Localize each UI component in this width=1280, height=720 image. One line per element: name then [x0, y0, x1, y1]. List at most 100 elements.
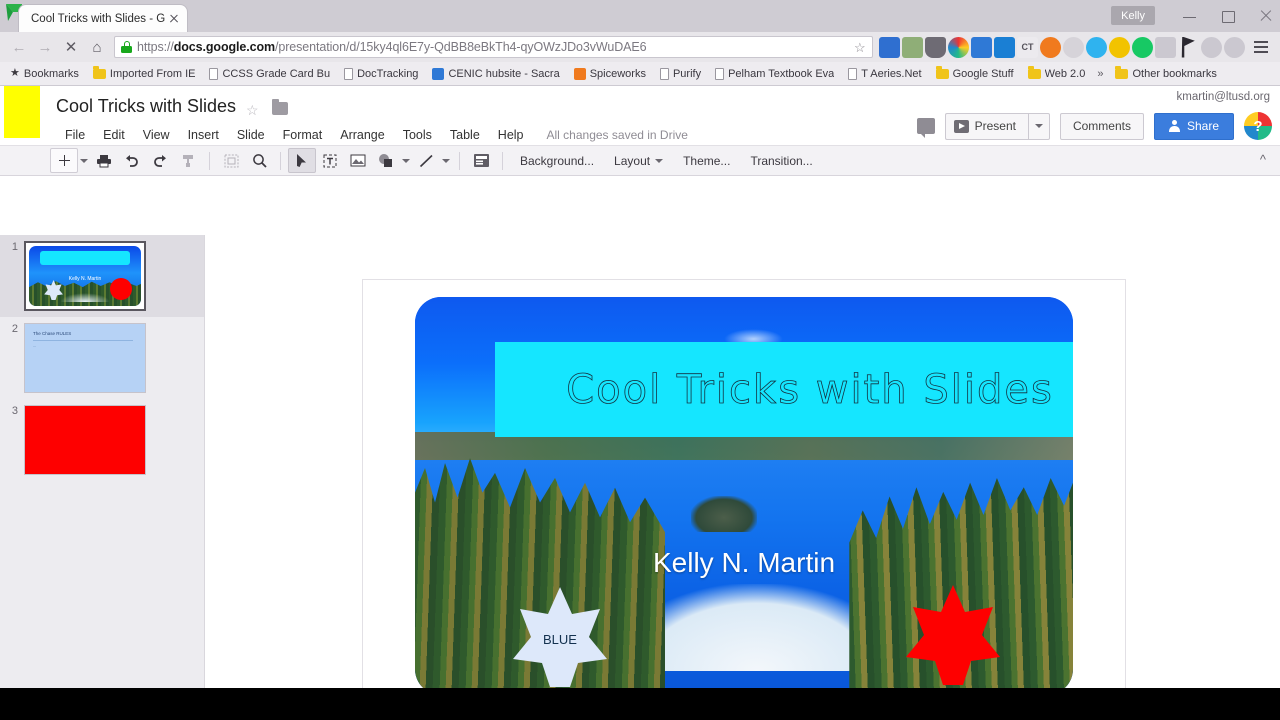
folder-icon[interactable]	[272, 99, 288, 115]
new-slide-button[interactable]	[50, 148, 78, 173]
extension-grey-sphere[interactable]	[1201, 36, 1222, 58]
profile-button[interactable]: Kelly	[1111, 6, 1155, 25]
layout-button[interactable]: Layout	[604, 150, 673, 172]
bookmark-star-icon[interactable]: ☆	[854, 41, 867, 54]
shape-button[interactable]	[372, 148, 400, 173]
slide-author[interactable]: Kelly N. Martin	[415, 547, 1073, 579]
address-bar[interactable]: https://docs.google.com/presentation/d/1…	[114, 36, 873, 58]
extension-blue-square[interactable]	[879, 36, 900, 58]
extension-green-circle[interactable]	[1132, 36, 1153, 58]
extension-megaphone[interactable]	[971, 36, 992, 58]
bookmark-item-purify[interactable]: Purify	[654, 66, 707, 82]
paint-format-button[interactable]	[174, 148, 202, 173]
bookmarks-overflow-icon[interactable]: »	[1093, 68, 1107, 80]
browser-window: Cool Tricks with Slides - G Kelly ← → ✕ …	[0, 0, 1280, 720]
star-icon[interactable]: ☆	[246, 102, 259, 119]
zoom-button[interactable]	[245, 148, 273, 173]
slide-filmstrip[interactable]: 1 Kelly N. Martin 2 The Chase RULES ... …	[0, 235, 205, 688]
menu-edit[interactable]: Edit	[94, 126, 134, 144]
bookmark-label: CCSS Grade Card Bu	[222, 67, 331, 80]
minimize-icon[interactable]	[1182, 8, 1198, 24]
theme-button[interactable]: Theme...	[673, 150, 740, 172]
menu-format[interactable]: Format	[274, 126, 332, 144]
extension-colorwheel[interactable]	[948, 36, 969, 58]
menu-help[interactable]: Help	[489, 126, 533, 144]
bookmark-label: Google Stuff	[952, 67, 1014, 80]
bookmark-item-pelham-textbook[interactable]: Pelham Textbook Eva	[709, 66, 840, 82]
bookmark-item-other-bookmarks[interactable]: Other bookmarks	[1109, 66, 1222, 82]
home-icon[interactable]: ⌂	[84, 34, 110, 60]
transition-button[interactable]: Transition...	[740, 150, 822, 172]
slides-logo-icon[interactable]	[4, 86, 40, 138]
folder-icon	[935, 66, 949, 79]
menu-insert[interactable]: Insert	[179, 126, 228, 144]
insert-image-button[interactable]	[344, 148, 372, 173]
print-button[interactable]	[90, 148, 118, 173]
stop-x-icon[interactable]: ✕	[58, 34, 84, 60]
thumbnail-slide-3[interactable]: 3	[0, 399, 204, 481]
bookmark-item-ccss-grade-card[interactable]: CCSS Grade Card Bu	[203, 66, 336, 82]
bookmark-item-web-20[interactable]: Web 2.0	[1022, 66, 1092, 82]
menu-tools[interactable]: Tools	[394, 126, 441, 144]
present-options-button[interactable]	[1027, 112, 1050, 140]
slide-title-band[interactable]: Cool Tricks with Slides	[495, 342, 1073, 437]
menu-view[interactable]: View	[134, 126, 179, 144]
undo-button[interactable]	[118, 148, 146, 173]
bookmark-item-doctracking[interactable]: DocTracking	[338, 66, 424, 82]
extension-green-note[interactable]	[902, 36, 923, 58]
play-icon	[953, 119, 969, 133]
extension-yellow-drop[interactable]	[1109, 36, 1130, 58]
hamburger-menu-icon[interactable]	[1250, 36, 1272, 58]
fit-to-screen-button[interactable]	[217, 148, 245, 173]
thumbnail-slide-2[interactable]: 2 The Chase RULES ...	[0, 317, 204, 399]
menu-arrange[interactable]: Arrange	[331, 126, 393, 144]
extension-grey-circle[interactable]	[1063, 36, 1084, 58]
menu-file[interactable]: File	[56, 126, 94, 144]
bookmark-item-spiceworks[interactable]: Spiceworks	[568, 66, 652, 82]
slide-canvas-area[interactable]: Cool Tricks with Slides Kelly N. Martin …	[205, 235, 1280, 712]
line-options-button[interactable]	[440, 148, 452, 173]
share-button[interactable]: Share	[1153, 112, 1234, 140]
select-tool-button[interactable]	[288, 148, 316, 173]
extension-s-badge[interactable]	[994, 36, 1015, 58]
present-button[interactable]: Present	[944, 112, 1028, 140]
bookmark-item-cenic-hubsite[interactable]: CENIC hubsite - Sacra	[426, 66, 565, 82]
slide-canvas[interactable]: Cool Tricks with Slides Kelly N. Martin …	[363, 280, 1125, 712]
back-arrow-icon[interactable]: ←	[6, 34, 32, 60]
thumbnail-slide-1[interactable]: 1 Kelly N. Martin	[0, 235, 204, 317]
bookmark-item-imported-from-ie[interactable]: Imported From IE	[87, 66, 202, 82]
google-slides-app: Cool Tricks with Slides ☆ File Edit View…	[0, 86, 1280, 720]
page-title[interactable]: Cool Tricks with Slides	[56, 96, 236, 117]
forward-arrow-icon[interactable]: →	[32, 34, 58, 60]
browser-tab[interactable]: Cool Tricks with Slides - G	[18, 4, 188, 32]
tab-close-icon[interactable]	[167, 12, 181, 26]
collapse-chevrons-icon[interactable]: ^	[1260, 152, 1266, 167]
extension-grey-drop[interactable]	[1224, 36, 1245, 58]
text-box-button[interactable]	[316, 148, 344, 173]
close-icon[interactable]	[1258, 8, 1274, 24]
line-button[interactable]	[412, 148, 440, 173]
extension-black-flag[interactable]	[1181, 36, 1195, 58]
shape-options-button[interactable]	[400, 148, 412, 173]
extension-puzzle[interactable]	[1155, 36, 1176, 58]
thumbnail-rule	[33, 340, 133, 341]
tab-strip-empty[interactable]	[190, 4, 1070, 32]
comments-button[interactable]: Comments	[1059, 112, 1144, 140]
menu-table[interactable]: Table	[441, 126, 489, 144]
avatar[interactable]: ?	[1244, 112, 1272, 140]
bookmark-item-google-stuff[interactable]: Google Stuff	[930, 66, 1020, 82]
layout-box-button[interactable]	[467, 148, 495, 173]
bookmark-item-t-aeries[interactable]: T Aeries.Net	[842, 66, 927, 82]
extension-shield[interactable]	[925, 36, 946, 58]
maximize-icon[interactable]	[1220, 8, 1236, 24]
new-slide-options-button[interactable]	[78, 148, 90, 173]
redo-button[interactable]	[146, 148, 174, 173]
menu-slide[interactable]: Slide	[228, 126, 274, 144]
extension-ct[interactable]: CT	[1017, 36, 1038, 58]
extension-orange-circle[interactable]	[1040, 36, 1061, 58]
bookmark-item-bookmarks[interactable]: ★ Bookmarks	[4, 66, 85, 82]
account-email[interactable]: kmartin@ltusd.org	[1177, 91, 1270, 103]
background-button[interactable]: Background...	[510, 150, 604, 172]
extension-twitter-bird[interactable]	[1086, 36, 1107, 58]
comment-icon[interactable]	[916, 118, 935, 138]
